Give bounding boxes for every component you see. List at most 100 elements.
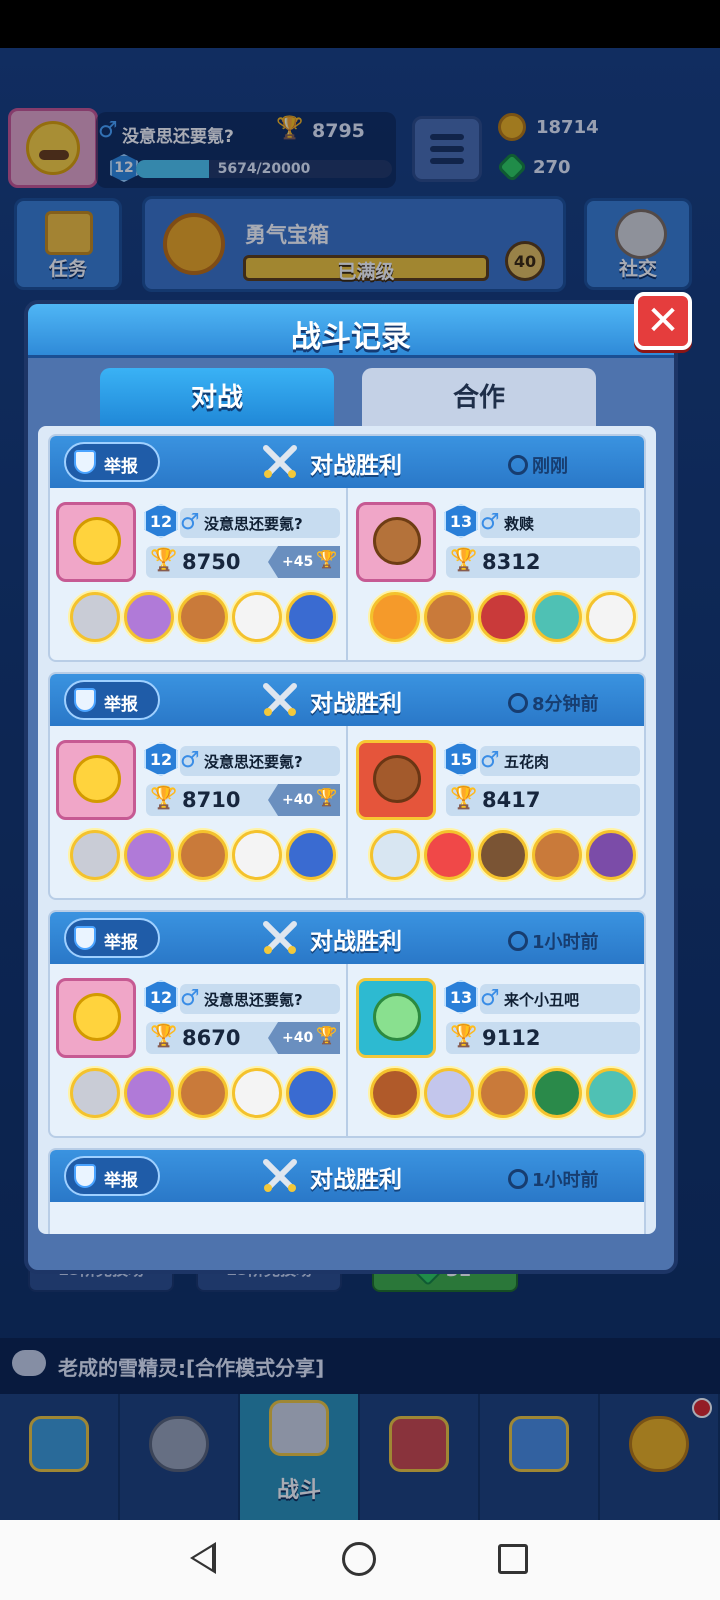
chef-hero-icon[interactable] [178,830,228,880]
blue-mage-hero-icon[interactable] [286,830,336,880]
my-side: 12 ♂ 没意思还要氪? 🏆 8670 +40 🏆 [50,964,348,1136]
me-trophies: 8710 [182,788,241,812]
me-hero-lineup [70,592,340,648]
opponent-avatar[interactable] [356,740,436,820]
trophy-icon: 🏆 [450,786,478,811]
battle-record-card[interactable]: 举报 对战胜利 刚刚 12 ♂ 没意思还要氪? 🏆 8750 +45 🏆 13 ♂ 救赎 🏆 8312 [48,434,646,662]
teal-dragon-hero-icon[interactable] [586,1068,636,1118]
battle-record-card[interactable]: 举报 对战胜利 1小时前 12 ♂ 没意思还要氪? 🏆 8670 +40 🏆 13 ♂ 来个小丑吧 🏆 91… [48,910,646,1138]
male-gender-icon: ♂ [480,748,500,773]
me-name: 没意思还要氪? [204,991,303,1009]
clown-hero-icon[interactable] [424,830,474,880]
opponent-level-badge: 13 [444,980,478,1014]
opponent-avatar[interactable] [356,978,436,1058]
report-button[interactable]: 举报 [64,1156,160,1196]
opponent-name-bar: ♂ 五花肉 [480,746,640,776]
tab-pvp[interactable]: 对战 [100,368,334,428]
crossed-swords-icon [262,1158,298,1194]
opponent-side: 15 ♂ 五花肉 🏆 8417 [350,726,644,898]
report-button[interactable]: 举报 [64,918,160,958]
chef-hero-icon[interactable] [424,592,474,642]
shield-icon [74,1164,96,1188]
clock-icon [508,693,528,713]
ghost-hero-icon[interactable] [232,1068,282,1118]
silver-knight-hero-icon[interactable] [70,592,120,642]
ghost-hero-icon[interactable] [232,592,282,642]
cloud-sage-hero-icon[interactable] [370,830,420,880]
opponent-avatar[interactable] [356,502,436,582]
chef-hero-icon[interactable] [178,592,228,642]
trophy-delta: +40 [282,1030,314,1046]
android-nav-bar [0,1520,720,1600]
trophy-delta: +40 [282,792,314,808]
report-button[interactable]: 举报 [64,680,160,720]
card-header: 举报 对战胜利 8分钟前 [50,674,644,726]
silver-knight-hero-icon[interactable] [70,830,120,880]
male-gender-icon: ♂ [180,748,200,773]
tab-coop[interactable]: 合作 [362,368,596,428]
silver-knight-hero-icon[interactable] [70,1068,120,1118]
battle-record-card[interactable]: 举报 对战胜利 8分钟前 12 ♂ 没意思还要氪? 🏆 8710 +40 🏆 15 ♂ 五花肉 🏆 8417 [48,672,646,900]
trophy-icon: 🏆 [316,550,338,570]
me-level-badge: 12 [144,504,178,538]
status-bar [0,0,720,48]
me-avatar[interactable] [56,978,136,1058]
my-side: 12 ♂ 没意思还要氪? 🏆 8750 +45 🏆 [50,488,348,660]
opponent-name-bar: ♂ 救赎 [480,508,640,538]
report-button[interactable]: 举报 [64,442,160,482]
card-header: 举报 对战胜利 1小时前 [50,1150,644,1202]
battle-record-modal: 战斗记录 ✕ 对战 合作 举报 对战胜利 刚刚 12 ♂ 没意思还要氪? 🏆 8750 +45 🏆… [24,292,692,1274]
me-hero-lineup [70,1068,340,1124]
purple-witch-hero-icon[interactable] [124,592,174,642]
trophy-delta: +45 [282,554,314,570]
my-side: 12 ♂ 没意思还要氪? 🏆 8710 +40 🏆 [50,726,348,898]
me-avatar[interactable] [56,740,136,820]
battle-record-list[interactable]: 举报 对战胜利 刚刚 12 ♂ 没意思还要氪? 🏆 8750 +45 🏆 13 ♂ 救赎 🏆 8312 举报对… [38,426,656,1234]
chef-hero-icon[interactable] [478,1068,528,1118]
avatar-face-icon [373,517,421,565]
trophy-icon: 🏆 [150,1024,178,1049]
back-icon[interactable] [190,1542,216,1574]
me-avatar[interactable] [56,502,136,582]
home-icon[interactable] [342,1542,376,1576]
battle-record-card[interactable]: 举报 对战胜利 1小时前 [48,1148,646,1234]
purple-witch-hero-icon[interactable] [124,830,174,880]
me-trophies: 8670 [182,1026,241,1050]
shield-icon [74,926,96,950]
trophy-icon: 🏆 [150,786,178,811]
opponent-trophy-bar: 🏆 8312 [446,546,640,578]
report-label: 举报 [104,933,138,953]
recent-apps-icon[interactable] [498,1544,528,1574]
chef-hero-icon[interactable] [532,830,582,880]
battle-time-text: 刚刚 [532,456,568,477]
monkey-king-hero-icon[interactable] [370,1068,420,1118]
battle-time-text: 1小时前 [532,1170,599,1191]
purple-witch-hero-icon[interactable] [124,1068,174,1118]
avatar-face-icon [373,993,421,1041]
trophy-delta-badge: +40 🏆 [268,784,340,816]
trophy-icon: 🏆 [316,1026,338,1046]
ghost-hero-icon[interactable] [232,830,282,880]
blue-mage-hero-icon[interactable] [286,592,336,642]
close-button[interactable]: ✕ [634,292,692,350]
battle-result: 对战胜利 [310,453,402,479]
chestnut-hero-icon[interactable] [478,830,528,880]
male-gender-icon: ♂ [480,510,500,535]
teal-dragon-hero-icon[interactable] [532,592,582,642]
male-gender-icon: ♂ [180,510,200,535]
fire-hero-icon[interactable] [370,592,420,642]
me-level-badge: 12 [144,980,178,1014]
eggplant-hero-icon[interactable] [586,830,636,880]
me-name: 没意思还要氪? [204,515,303,533]
chef-hero-icon[interactable] [178,1068,228,1118]
opponent-level-badge: 13 [444,504,478,538]
red-beast-hero-icon[interactable] [478,592,528,642]
blue-mage-hero-icon[interactable] [286,1068,336,1118]
ghost-hero-icon[interactable] [586,592,636,642]
leaf-ninja-hero-icon[interactable] [532,1068,582,1118]
lilac-girl-hero-icon[interactable] [424,1068,474,1118]
opponent-trophy-bar: 🏆 9112 [446,1022,640,1054]
opponent-level-badge: 15 [444,742,478,776]
opponent-name: 来个小丑吧 [504,991,580,1009]
me-trophies: 8750 [182,550,241,574]
